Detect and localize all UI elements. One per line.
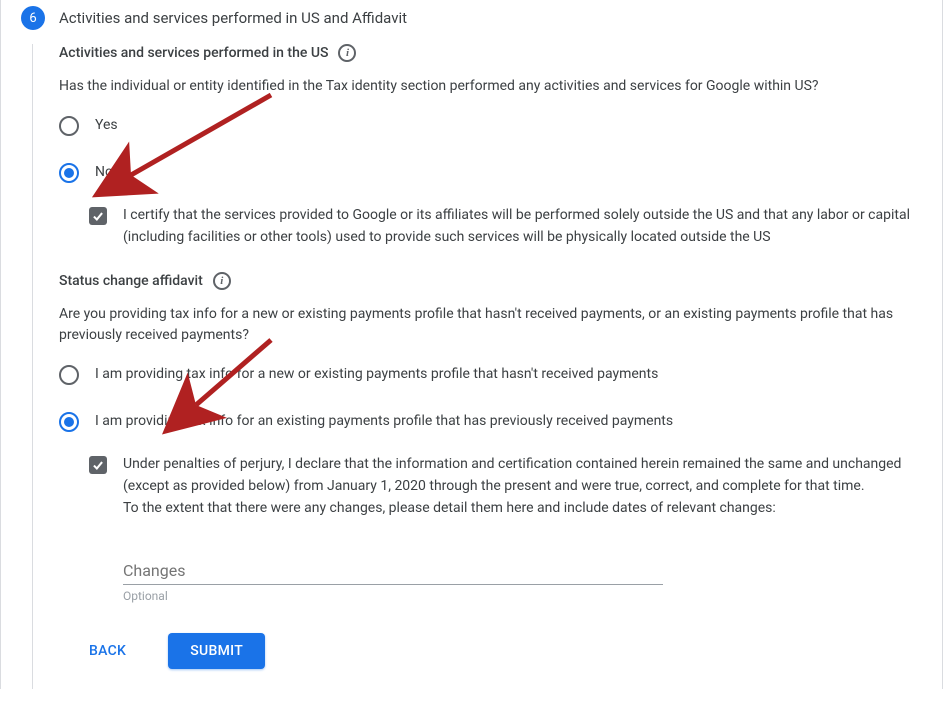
checkbox-checked-icon[interactable] [89, 456, 107, 474]
back-button[interactable]: BACK [83, 642, 132, 660]
activities-heading: Activities and services performed in the… [59, 45, 328, 61]
affidavit-heading-row: Status change affidavit i [59, 272, 912, 290]
step-number-badge: 6 [21, 6, 45, 30]
affidavit-option-new[interactable]: I am providing tax info for a new or exi… [59, 364, 912, 385]
certify-block: I certify that the services provided to … [89, 205, 912, 248]
radio-label: No [95, 162, 113, 183]
step-header: 6 Activities and services performed in U… [21, 0, 922, 30]
step-connector-line [32, 44, 33, 689]
changes-input[interactable] [123, 557, 663, 585]
button-row: BACK SUBMIT [59, 633, 912, 669]
info-icon[interactable]: i [213, 272, 231, 290]
certify-text: I certify that the services provided to … [123, 205, 912, 248]
affidavit-option-existing[interactable]: I am providing tax info for an existing … [59, 411, 912, 432]
radio-label: Yes [95, 115, 118, 136]
affidavit-question: Are you providing tax info for a new or … [59, 304, 912, 346]
input-helper: Optional [123, 589, 663, 603]
perjury-block: Under penalties of perjury, I declare th… [89, 454, 912, 519]
form-container: 6 Activities and services performed in U… [0, 0, 943, 689]
radio-label: I am providing tax info for an existing … [95, 411, 673, 432]
radio-checked-icon[interactable] [59, 412, 79, 432]
perjury-text: Under penalties of perjury, I declare th… [123, 454, 912, 519]
radio-checked-icon[interactable] [59, 163, 79, 183]
activities-option-no[interactable]: No [59, 162, 912, 183]
radio-unchecked-icon[interactable] [59, 116, 79, 136]
affidavit-heading: Status change affidavit [59, 273, 203, 289]
activities-option-yes[interactable]: Yes [59, 115, 912, 136]
checkbox-checked-icon[interactable] [89, 207, 107, 225]
submit-button[interactable]: SUBMIT [168, 633, 265, 669]
info-icon[interactable]: i [338, 44, 356, 62]
radio-label: I am providing tax info for a new or exi… [95, 364, 658, 385]
step-title: Activities and services performed in US … [59, 9, 407, 27]
activities-heading-row: Activities and services performed in the… [59, 44, 912, 62]
radio-unchecked-icon[interactable] [59, 365, 79, 385]
changes-input-area: Optional [123, 557, 663, 603]
activities-question: Has the individual or entity identified … [59, 76, 912, 97]
